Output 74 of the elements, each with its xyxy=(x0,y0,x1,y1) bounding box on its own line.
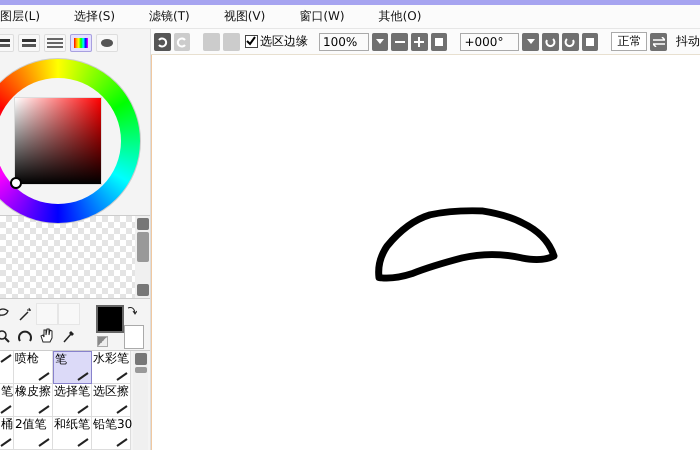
menu-item[interactable]: 其他(O) xyxy=(378,8,434,25)
brush-tool-icon xyxy=(76,436,90,448)
brush-slot[interactable]: 选区擦 xyxy=(92,384,131,417)
square-icon xyxy=(586,38,594,46)
brush-slot[interactable]: 笔 xyxy=(0,384,14,417)
rotate-right-icon xyxy=(564,36,576,48)
brush-tool-icon xyxy=(76,403,90,415)
brush-tool-icon xyxy=(37,403,51,415)
bars-icon xyxy=(0,38,10,48)
stabilizer-label: 抖动 xyxy=(676,33,700,50)
scrollbar[interactable] xyxy=(135,216,150,298)
redo-icon xyxy=(176,36,188,48)
eyedropper-icon[interactable] xyxy=(62,329,76,344)
zoom-in-button[interactable] xyxy=(411,32,428,50)
hand-icon[interactable] xyxy=(39,328,55,344)
brush-slot[interactable]: 2值笔 xyxy=(14,417,53,450)
flip-button[interactable] xyxy=(650,32,668,50)
brush-slot[interactable]: 笔 xyxy=(53,351,92,384)
blend-mode-button[interactable]: 正常 xyxy=(611,32,648,51)
swap-arrow-icon[interactable] xyxy=(127,305,137,316)
brush-tool-icon xyxy=(37,436,51,448)
palette-icon xyxy=(74,38,88,48)
zoom-select[interactable]: 100% xyxy=(318,32,369,50)
brush-tool-icon xyxy=(115,370,129,382)
undo-button[interactable] xyxy=(154,32,171,50)
brush-slot[interactable]: 喷枪 xyxy=(14,351,53,384)
plus-icon xyxy=(414,36,424,46)
rotate-icon[interactable] xyxy=(17,329,33,344)
search-icon[interactable] xyxy=(0,329,10,344)
zoom-out-button[interactable] xyxy=(391,32,408,50)
brush-slot[interactable]: 选择笔 xyxy=(53,384,92,417)
rotate-left-icon xyxy=(544,36,556,48)
dropdown-button[interactable] xyxy=(372,32,388,50)
brush-tool-icon xyxy=(0,352,13,364)
menu-item[interactable]: 选择(S) xyxy=(74,8,128,25)
bars-icon xyxy=(22,38,36,48)
brush-slot[interactable]: 桶 xyxy=(0,417,14,450)
caret-icon xyxy=(376,38,384,44)
zoom-reset-button[interactable] xyxy=(430,32,448,50)
undo-icon xyxy=(156,36,168,48)
checkmark-icon xyxy=(246,36,256,46)
brush-slot[interactable]: 橡皮擦 xyxy=(14,384,53,417)
color-mode-tab[interactable] xyxy=(70,34,92,52)
rotation-select[interactable]: +000° xyxy=(460,32,520,50)
menu-item[interactable]: 窗口(W) xyxy=(299,8,358,25)
list-icon xyxy=(47,38,63,48)
background-color-swatch[interactable] xyxy=(124,325,144,350)
square-icon xyxy=(435,38,444,46)
menu-item[interactable]: 图层(L) xyxy=(0,8,54,25)
flip-arrows-icon xyxy=(652,36,665,46)
menu-item[interactable]: 视图(V) xyxy=(224,8,278,25)
caret-icon xyxy=(526,38,535,44)
brush-tool-icon xyxy=(76,370,90,382)
menu-item[interactable]: 滤镜(T) xyxy=(149,8,203,25)
rotation-reset-button[interactable] xyxy=(582,32,598,50)
rotate-left-button[interactable] xyxy=(542,32,559,50)
reset-colors-icon[interactable] xyxy=(97,336,108,348)
brush-tool-icon xyxy=(0,436,13,448)
scrollbar[interactable] xyxy=(133,351,148,450)
brush-tool-icon xyxy=(0,403,13,415)
blob-icon xyxy=(101,39,113,47)
saturation-value-square[interactable] xyxy=(14,97,102,185)
brush-slot[interactable]: 水彩笔 xyxy=(92,351,131,384)
brush-tool-icon xyxy=(115,403,129,415)
brush-tool-icon xyxy=(115,436,129,448)
brush-slot[interactable]: 和纸笔 xyxy=(53,417,92,450)
magic-wand-icon[interactable] xyxy=(18,307,32,322)
foreground-color-swatch[interactable] xyxy=(96,305,124,334)
selection-edge-checkbox[interactable]: 选区边缘 xyxy=(244,33,308,50)
rotate-right-button[interactable] xyxy=(562,32,579,50)
brush-slot[interactable]: 铅笔30 xyxy=(92,417,131,450)
brush-slot[interactable] xyxy=(0,351,14,384)
brush-tool-icon xyxy=(37,370,51,382)
dropdown-button[interactable] xyxy=(522,32,540,50)
